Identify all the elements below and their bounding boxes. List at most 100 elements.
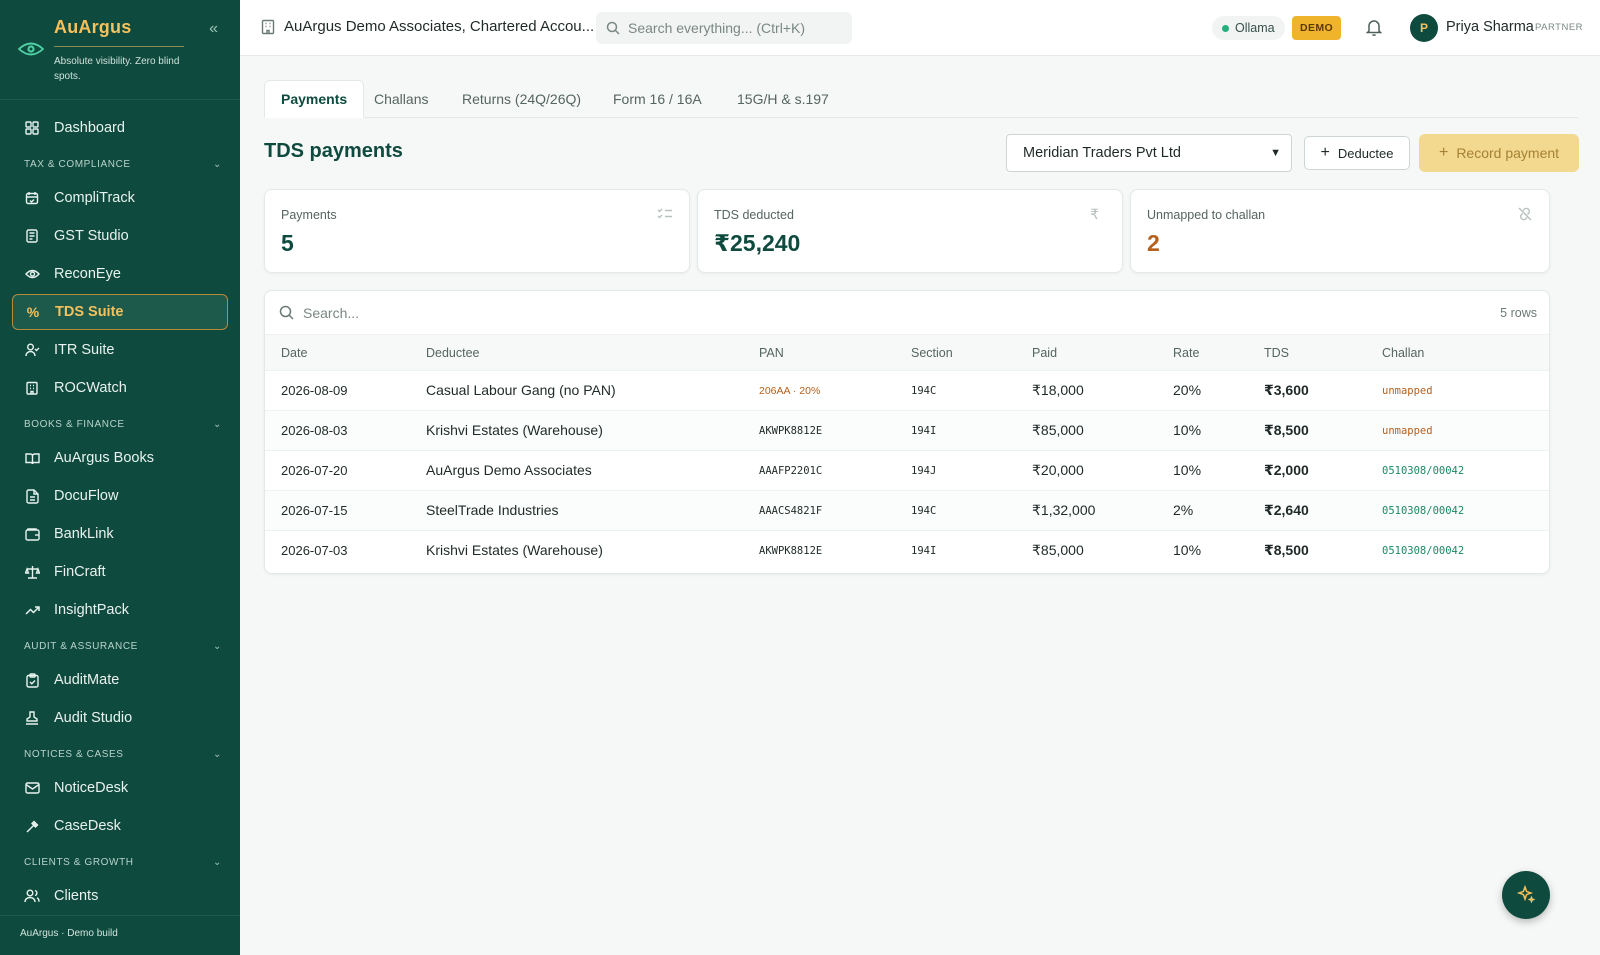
- col-date[interactable]: Date: [281, 346, 307, 360]
- dashboard-grid-icon: [24, 120, 40, 136]
- sidebar-item-label: BankLink: [54, 526, 114, 542]
- col-paid[interactable]: Paid: [1032, 346, 1057, 360]
- sidebar-item-itr-suite[interactable]: ITR Suite: [12, 332, 228, 368]
- sidebar-item-complitrack[interactable]: CompliTrack: [12, 180, 228, 216]
- list-check-icon: [657, 208, 672, 219]
- receipt-icon: [24, 228, 40, 244]
- sidebar-item-auditmate[interactable]: AuditMate: [12, 662, 228, 698]
- client-select[interactable]: Meridian Traders Pvt Ltd ▼: [1006, 134, 1292, 172]
- sidebar-item-banklink[interactable]: BankLink: [12, 516, 228, 552]
- chevron-down-icon: ⌄: [213, 640, 222, 652]
- cell-challan[interactable]: 0510308/00042: [1382, 505, 1464, 517]
- tab-challans[interactable]: Challans: [358, 80, 444, 118]
- sidebar-item-docuflow[interactable]: DocuFlow: [12, 478, 228, 514]
- section-audit-assurance[interactable]: AUDIT & ASSURANCE ⌄: [12, 632, 228, 660]
- sidebar-item-dashboard[interactable]: Dashboard: [12, 110, 228, 146]
- client-select-value: Meridian Traders Pvt Ltd: [1023, 145, 1181, 161]
- section-label: AUDIT & ASSURANCE: [24, 640, 138, 652]
- table-search-input[interactable]: Search...: [265, 291, 1549, 335]
- sidebar-item-label: CaseDesk: [54, 818, 121, 834]
- section-books-finance[interactable]: BOOKS & FINANCE ⌄: [12, 410, 228, 438]
- col-tds[interactable]: TDS: [1264, 346, 1289, 360]
- users-icon: [24, 888, 40, 904]
- tab-bar: Payments Challans Returns (24Q/26Q) Form…: [264, 80, 1578, 118]
- table-row[interactable]: 2026-07-20 AuArgus Demo Associates AAAFP…: [265, 451, 1549, 491]
- cell-challan: unmapped: [1382, 425, 1433, 437]
- book-open-icon: [24, 450, 40, 466]
- sidebar-item-gst-studio[interactable]: GST Studio: [12, 218, 228, 254]
- cell-paid: ₹18,000: [1032, 382, 1084, 398]
- cell-challan[interactable]: 0510308/00042: [1382, 465, 1464, 477]
- org-switcher[interactable]: AuArgus Demo Associates, Chartered Accou…: [260, 18, 594, 35]
- card-value: 2: [1147, 230, 1160, 256]
- cell-paid: ₹20,000: [1032, 462, 1084, 478]
- cell-paid: ₹1,32,000: [1032, 502, 1096, 518]
- sidebar-item-label: Clients: [54, 888, 99, 904]
- tab-15gh[interactable]: 15G/H & s.197: [721, 80, 845, 118]
- global-search-input[interactable]: Search everything... (Ctrl+K): [596, 12, 852, 44]
- cell-paid: ₹85,000: [1032, 542, 1084, 558]
- sidebar-item-clients[interactable]: Clients: [12, 878, 228, 914]
- ollama-status-badge[interactable]: Ollama: [1212, 16, 1285, 40]
- section-tax-compliance[interactable]: TAX & COMPLIANCE ⌄: [12, 150, 228, 178]
- file-text-icon: [24, 488, 40, 504]
- table-row[interactable]: 2026-07-15 SteelTrade Industries AAACS48…: [265, 491, 1549, 531]
- calendar-check-icon: [24, 190, 40, 206]
- card-label: TDS deducted: [714, 208, 794, 222]
- cell-deductee: Casual Labour Gang (no PAN): [426, 382, 616, 398]
- col-section[interactable]: Section: [911, 346, 953, 360]
- cell-rate: 10%: [1173, 462, 1202, 478]
- sidebar-item-noticedesk[interactable]: NoticeDesk: [12, 770, 228, 806]
- org-name: AuArgus Demo Associates, Chartered Accou…: [284, 18, 595, 35]
- col-rate[interactable]: Rate: [1173, 346, 1199, 360]
- tab-payments[interactable]: Payments: [264, 80, 365, 118]
- brand-name: AuArgus: [54, 17, 132, 37]
- section-clients-growth[interactable]: CLIENTS & GROWTH ⌄: [12, 848, 228, 876]
- col-challan[interactable]: Challan: [1382, 346, 1424, 360]
- sidebar-item-label: ITR Suite: [54, 342, 115, 358]
- record-payment-button[interactable]: + Record payment: [1419, 134, 1579, 172]
- avatar[interactable]: P: [1410, 14, 1438, 42]
- gavel-icon: [24, 818, 40, 834]
- sidebar-item-rocwatch[interactable]: ROCWatch: [12, 370, 228, 406]
- tab-form16[interactable]: Form 16 / 16A: [597, 80, 718, 118]
- sidebar-item-insightpack[interactable]: InsightPack: [12, 592, 228, 628]
- sidebar: AuArgus Absolute visibility. Zero blind …: [0, 0, 240, 955]
- card-payments: Payments 5: [264, 189, 690, 273]
- add-deductee-button[interactable]: + Deductee: [1304, 136, 1410, 170]
- sidebar-item-audit-studio[interactable]: Audit Studio: [12, 700, 228, 736]
- sidebar-item-casedesk[interactable]: CaseDesk: [12, 808, 228, 844]
- table-row[interactable]: 2026-07-03 Krishvi Estates (Warehouse) A…: [265, 531, 1549, 571]
- ai-assistant-sparkle-button[interactable]: [1502, 871, 1550, 919]
- table-row[interactable]: 2026-08-03 Krishvi Estates (Warehouse) A…: [265, 411, 1549, 451]
- cell-tds: ₹2,000: [1264, 462, 1309, 478]
- sidebar-item-label: AuditMate: [54, 672, 120, 688]
- section-notices-cases[interactable]: NOTICES & CASES ⌄: [12, 740, 228, 768]
- sidebar-item-label: ReconEye: [54, 266, 121, 282]
- status-dot-icon: [1222, 24, 1229, 32]
- cell-pan: AAACS4821F: [759, 505, 823, 517]
- sidebar-item-tds-suite[interactable]: % TDS Suite: [12, 294, 228, 330]
- user-name[interactable]: Priya Sharma: [1446, 19, 1534, 35]
- bell-icon[interactable]: [1364, 17, 1384, 37]
- chevron-down-icon: ⌄: [213, 748, 222, 760]
- row-count: 5 rows: [1500, 306, 1537, 320]
- ollama-label: Ollama: [1235, 21, 1275, 35]
- cell-rate: 20%: [1173, 382, 1202, 398]
- cell-pan: 206AA · 20%: [759, 385, 821, 397]
- tab-returns[interactable]: Returns (24Q/26Q): [446, 80, 597, 118]
- col-pan[interactable]: PAN: [759, 346, 784, 360]
- collapse-sidebar-icon[interactable]: «: [209, 20, 218, 38]
- cell-rate: 10%: [1173, 422, 1202, 438]
- cell-section: 194J: [911, 465, 937, 477]
- table-search-placeholder: Search...: [303, 304, 360, 321]
- table-row[interactable]: 2026-08-09 Casual Labour Gang (no PAN) 2…: [265, 371, 1549, 411]
- search-placeholder: Search everything... (Ctrl+K): [628, 20, 806, 36]
- sidebar-item-reconeye[interactable]: ReconEye: [12, 256, 228, 292]
- sidebar-item-auargus-books[interactable]: AuArgus Books: [12, 440, 228, 476]
- search-icon: [606, 21, 620, 35]
- cell-challan[interactable]: 0510308/00042: [1382, 545, 1464, 557]
- sidebar-item-fincraft[interactable]: FinCraft: [12, 554, 228, 590]
- eye-logo-icon: [18, 42, 44, 56]
- col-deductee[interactable]: Deductee: [426, 346, 480, 360]
